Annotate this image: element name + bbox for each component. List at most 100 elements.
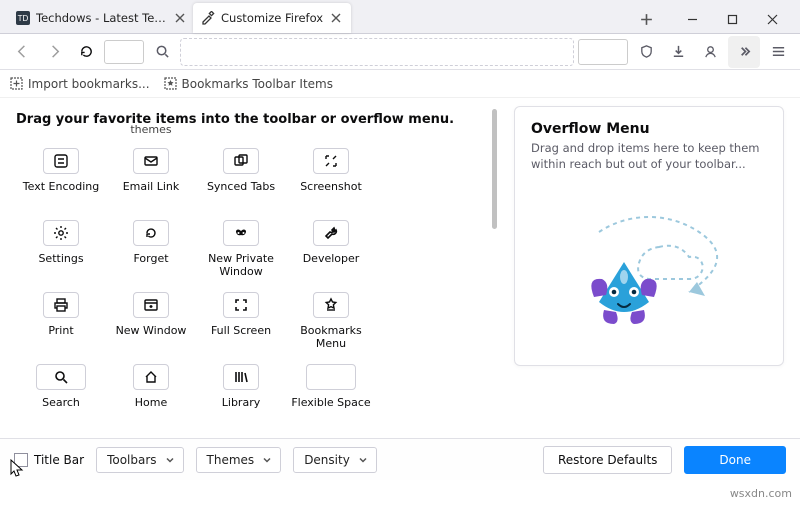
tab-customize-firefox[interactable]: Customize Firefox — [193, 3, 351, 33]
bookmarks-menu-icon — [313, 292, 349, 318]
restore-label: Restore Defaults — [558, 453, 657, 467]
watermark: wsxdn.com — [730, 487, 792, 500]
account-icon[interactable] — [696, 38, 724, 66]
toolbars-label: Toolbars — [107, 453, 156, 467]
bookmarks-toolbar-items[interactable]: Bookmarks Toolbar Items — [164, 77, 333, 91]
density-label: Density — [304, 453, 350, 467]
overflow-desc: Drag and drop items here to keep them wi… — [531, 141, 767, 172]
customize-empty-zone[interactable] — [180, 38, 574, 66]
reload-button[interactable] — [72, 38, 100, 66]
import-bookmarks-label: Import bookmarks... — [28, 77, 150, 91]
palette-item-print[interactable]: Print — [16, 288, 106, 350]
toolbar-placeholder-right[interactable] — [578, 39, 628, 65]
palette-label: Synced Tabs — [207, 180, 275, 193]
customize-footer: Title Bar Toolbars Themes Density Restor… — [0, 438, 800, 480]
palette-label: Settings — [38, 252, 83, 265]
palette-label: Forget — [133, 252, 168, 265]
customize-area: Drag your favorite items into the toolba… — [0, 98, 800, 442]
library-icon — [223, 364, 259, 390]
themes-label: Themes — [207, 453, 255, 467]
palette-item-full-screen[interactable]: Full Screen — [196, 288, 286, 350]
palette-label: Full Screen — [211, 324, 271, 337]
restore-defaults-button[interactable]: Restore Defaults — [543, 446, 672, 474]
toolbars-dropdown[interactable]: Toolbars — [96, 447, 183, 473]
overflow-title: Overflow Menu — [531, 121, 767, 137]
back-button[interactable] — [8, 38, 36, 66]
search-icon — [36, 364, 86, 390]
density-dropdown[interactable]: Density — [293, 447, 377, 473]
overflow-panel[interactable]: Overflow Menu Drag and drop items here t… — [514, 106, 784, 366]
search-icon[interactable] — [148, 38, 176, 66]
home-icon — [133, 364, 169, 390]
palette-item-home[interactable]: Home — [106, 360, 196, 422]
done-label: Done — [719, 453, 751, 467]
developer-icon — [313, 220, 349, 246]
text-encoding-icon — [43, 148, 79, 174]
private-window-icon — [223, 220, 259, 246]
tab-label: Customize Firefox — [221, 11, 323, 25]
toolbar-placeholder[interactable] — [104, 40, 144, 64]
tab-label: Techdows - Latest Technology N — [36, 11, 169, 25]
tab-strip: TD Techdows - Latest Technology N Custom… — [0, 0, 800, 34]
done-button[interactable]: Done — [684, 446, 786, 474]
palette-item-settings[interactable]: Settings — [16, 216, 106, 278]
new-tab-button[interactable] — [632, 5, 660, 33]
palette-label: New Private Window — [196, 252, 286, 278]
forget-icon — [133, 220, 169, 246]
bookmarks-toolbar: Import bookmarks... Bookmarks Toolbar It… — [0, 70, 800, 98]
close-icon[interactable] — [329, 11, 343, 25]
palette-item-text-encoding[interactable]: Text Encoding — [16, 144, 106, 206]
email-link-icon — [133, 148, 169, 174]
palette-label: New Window — [116, 324, 187, 337]
flexible-space-icon — [306, 364, 356, 390]
nav-toolbar — [0, 34, 800, 70]
chevron-down-icon — [165, 455, 175, 465]
tab-techdows[interactable]: TD Techdows - Latest Technology N — [8, 3, 193, 33]
screenshot-icon — [313, 148, 349, 174]
customize-icon — [201, 11, 215, 25]
gear-icon — [43, 220, 79, 246]
palette-item-forget[interactable]: Forget — [106, 216, 196, 278]
truncated-label — [16, 123, 106, 136]
palette-item-search[interactable]: Search — [16, 360, 106, 422]
palette-item-synced-tabs[interactable]: Synced Tabs — [196, 144, 286, 206]
palette-item-library[interactable]: Library — [196, 360, 286, 422]
themes-dropdown[interactable]: Themes — [196, 447, 282, 473]
palette-item-bookmarks-menu[interactable]: Bookmarks Menu — [286, 288, 376, 350]
palette-label: Bookmarks Menu — [286, 324, 376, 350]
palette-label: Screenshot — [300, 180, 362, 193]
shield-icon[interactable] — [632, 38, 660, 66]
palette-label: Text Encoding — [23, 180, 99, 193]
close-icon[interactable] — [175, 11, 185, 25]
overflow-button[interactable] — [728, 36, 760, 68]
title-bar-label: Title Bar — [34, 453, 84, 467]
import-bookmarks-button[interactable]: Import bookmarks... — [10, 77, 150, 91]
minimize-button[interactable] — [672, 5, 712, 33]
palette-label: Flexible Space — [291, 396, 370, 409]
palette-item-new-private-window[interactable]: New Private Window — [196, 216, 286, 278]
synced-tabs-icon — [223, 148, 259, 174]
scrollbar-thumb[interactable] — [492, 109, 497, 229]
palette-label: Library — [222, 396, 260, 409]
favicon-techdows: TD — [16, 11, 30, 25]
palette-item-new-window[interactable]: New Window — [106, 288, 196, 350]
palette-item-screenshot[interactable]: Screenshot — [286, 144, 376, 206]
maximize-button[interactable] — [712, 5, 752, 33]
palette-label: Search — [42, 396, 80, 409]
svg-text:TD: TD — [18, 14, 29, 23]
window-close-button[interactable] — [752, 5, 792, 33]
fullscreen-icon — [223, 292, 259, 318]
palette-item-email-link[interactable]: Email Link — [106, 144, 196, 206]
palette-item-developer[interactable]: Developer — [286, 216, 376, 278]
forward-button[interactable] — [40, 38, 68, 66]
cursor-icon — [10, 459, 24, 477]
palette-item-flexible-space[interactable]: Flexible Space — [286, 360, 376, 422]
download-icon[interactable] — [664, 38, 692, 66]
scrollbar[interactable] — [491, 106, 498, 442]
appmenu-button[interactable] — [764, 38, 792, 66]
title-bar-checkbox[interactable]: Title Bar — [14, 453, 84, 467]
truncated-label: themes — [106, 123, 196, 136]
print-icon — [43, 292, 79, 318]
palette-label: Home — [135, 396, 167, 409]
bookmarks-toolbar-label: Bookmarks Toolbar Items — [182, 77, 333, 91]
